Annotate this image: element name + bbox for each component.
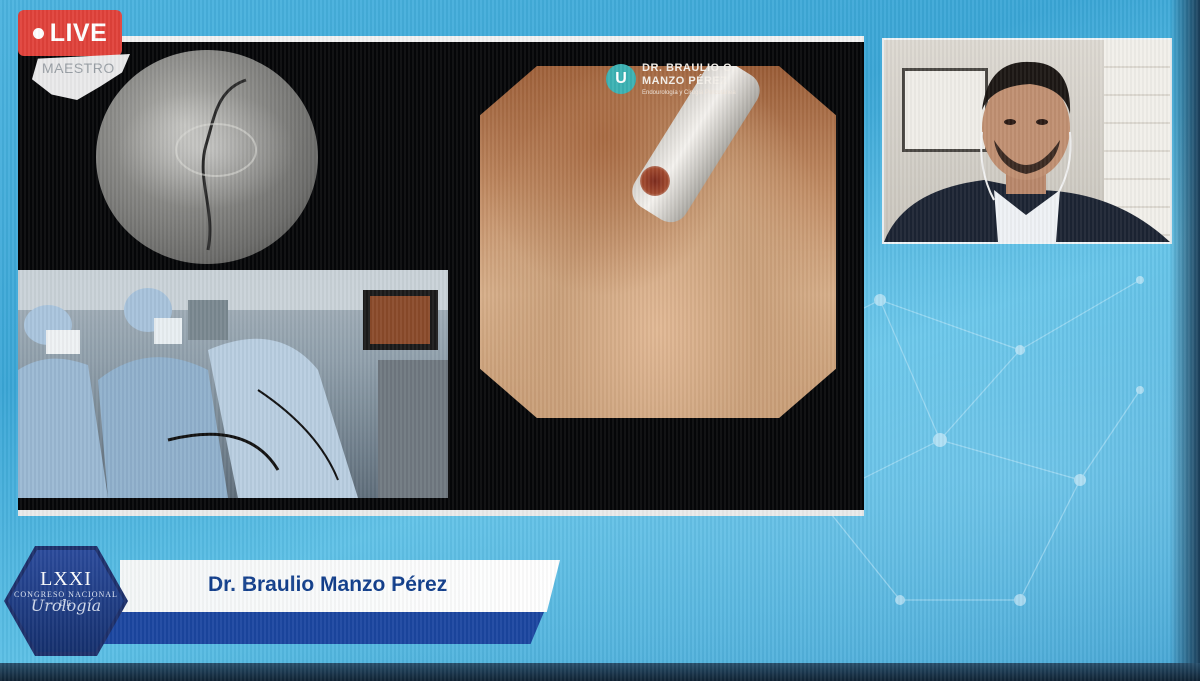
endoscope-view bbox=[480, 66, 836, 418]
live-label: LIVE bbox=[49, 18, 108, 47]
stream-screen: U DR. BRAULIO O. MANZO PÉREZ Endourologí… bbox=[0, 0, 1200, 681]
speaker-video bbox=[884, 61, 1170, 242]
operating-room-image bbox=[18, 270, 448, 498]
stone-fragment bbox=[640, 166, 670, 196]
congress-script: Urología bbox=[30, 596, 102, 615]
monitor-bezel-bottom bbox=[0, 663, 1200, 681]
name-underline-bar bbox=[96, 612, 544, 644]
speaker-name-bar: Dr. Braulio Manzo Pérez bbox=[120, 560, 560, 612]
speaker-webcam bbox=[882, 38, 1172, 244]
guidewire-image bbox=[175, 78, 257, 251]
brand-line-2: MANZO PÉREZ bbox=[642, 75, 728, 87]
surgeon-brand-watermark: U DR. BRAULIO O. MANZO PÉREZ Endourologí… bbox=[606, 62, 776, 102]
kidney-logo-icon: U bbox=[606, 64, 636, 94]
brand-subtitle: Endourología y Cirugía Percutánea bbox=[642, 90, 736, 96]
monitor-bezel-right bbox=[1170, 0, 1200, 681]
record-dot-icon bbox=[32, 27, 44, 39]
surgery-video-panel bbox=[18, 36, 864, 516]
operating-room-view bbox=[18, 270, 448, 498]
congress-number: LXXI bbox=[40, 568, 92, 590]
brand-line-1: DR. BRAULIO O. bbox=[642, 62, 736, 74]
fluoroscopy-view bbox=[96, 50, 318, 264]
live-badge: LIVE bbox=[18, 10, 122, 56]
brand-name: DR. BRAULIO O. MANZO PÉREZ bbox=[642, 62, 782, 88]
speaker-name: Dr. Braulio Manzo Pérez bbox=[208, 573, 448, 596]
maestro-label: MAESTRO bbox=[42, 60, 115, 76]
